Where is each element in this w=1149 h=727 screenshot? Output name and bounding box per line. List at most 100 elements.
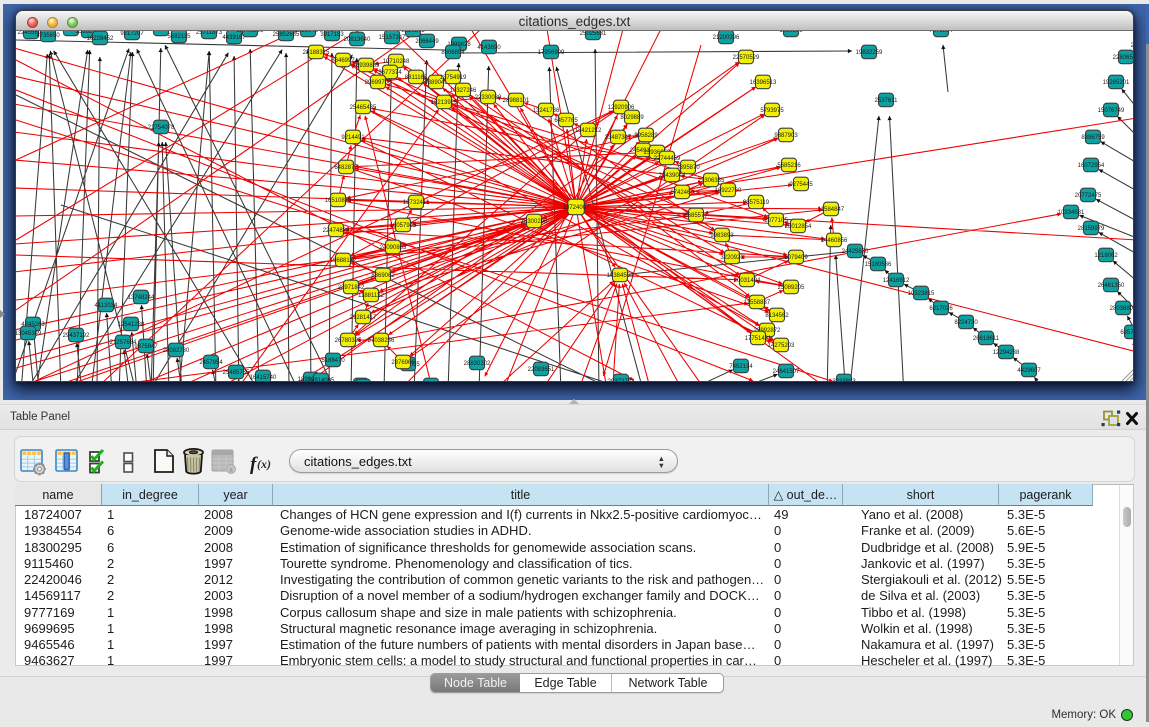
svg-text:24425670: 24425670 — [842, 249, 869, 255]
svg-text:8806804: 8806804 — [441, 50, 465, 56]
svg-text:13732411: 13732411 — [403, 200, 430, 206]
svg-text:24641507: 24641507 — [773, 369, 800, 375]
svg-text:8134562: 8134562 — [765, 313, 789, 319]
svg-text:5793975: 5793975 — [760, 108, 784, 114]
svg-text:26618611: 26618611 — [973, 336, 1000, 342]
svg-text:3220921: 3220921 — [720, 255, 744, 261]
svg-text:25465435: 25465435 — [350, 105, 377, 111]
svg-text:8029889: 8029889 — [620, 115, 644, 121]
svg-text:16510878: 16510878 — [325, 198, 352, 204]
svg-text:8685577: 8685577 — [684, 213, 708, 219]
svg-text:11558837: 11558837 — [744, 300, 771, 306]
svg-text:16396513: 16396513 — [750, 80, 777, 86]
svg-text:8336273: 8336273 — [401, 31, 425, 34]
svg-text:20772475: 20772475 — [1075, 193, 1102, 199]
svg-text:28082730: 28082730 — [163, 348, 190, 354]
svg-text:6742460: 6742460 — [670, 190, 694, 196]
svg-text:9217207: 9217207 — [120, 31, 144, 37]
svg-text:6482877: 6482877 — [334, 165, 358, 171]
svg-text:25089205: 25089205 — [778, 285, 805, 291]
svg-text:20372723: 20372723 — [608, 379, 635, 381]
svg-text:19832259: 19832259 — [856, 50, 883, 56]
svg-text:11584847: 11584847 — [818, 207, 845, 213]
svg-text:2457954: 2457954 — [199, 360, 223, 366]
svg-text:23706266: 23706266 — [237, 31, 264, 34]
svg-text:25485735: 25485735 — [223, 370, 250, 376]
svg-text:4735650: 4735650 — [36, 33, 60, 39]
svg-text:16072954: 16072954 — [1078, 163, 1105, 169]
svg-text:8079409: 8079409 — [784, 255, 808, 261]
svg-text:20813640: 20813640 — [344, 37, 371, 43]
svg-text:21439044: 21439044 — [659, 173, 686, 179]
svg-text:10323815: 10323815 — [908, 291, 935, 297]
svg-text:5682115: 5682115 — [168, 34, 192, 40]
svg-text:2066449: 2066449 — [415, 39, 439, 45]
svg-text:10057945: 10057945 — [390, 223, 417, 229]
svg-text:9275445: 9275445 — [789, 182, 813, 188]
svg-text:29437192: 29437192 — [63, 333, 90, 339]
svg-text:9875847: 9875847 — [134, 344, 158, 350]
svg-text:15076749: 15076749 — [1098, 108, 1125, 114]
svg-text:1890399: 1890399 — [779, 31, 803, 34]
svg-text:21754078: 21754078 — [148, 125, 175, 131]
svg-text:13045349: 13045349 — [16, 331, 42, 337]
svg-text:13421212: 13421212 — [575, 128, 602, 134]
svg-text:15180586: 15180586 — [865, 262, 892, 268]
svg-text:25711873: 25711873 — [196, 31, 223, 36]
svg-text:1218062: 1218062 — [1094, 253, 1118, 259]
svg-text:27038236: 27038236 — [368, 338, 395, 344]
svg-text:7452134: 7452134 — [729, 364, 753, 370]
svg-text:6357277: 6357277 — [1120, 330, 1133, 336]
svg-text:26939869: 26939869 — [353, 63, 380, 69]
svg-text:16213925: 16213925 — [431, 100, 458, 106]
svg-text:x: x — [229, 467, 233, 474]
svg-text:29914085: 29914085 — [308, 378, 335, 381]
svg-text:12294238: 12294238 — [993, 350, 1020, 356]
svg-text:22330030: 22330030 — [475, 95, 502, 101]
svg-text:18724007: 18724007 — [563, 205, 590, 211]
svg-text:25025631: 25025631 — [580, 31, 607, 37]
svg-text:22306335: 22306335 — [698, 178, 725, 184]
svg-text:13754919: 13754919 — [440, 75, 467, 81]
svg-text:26780325: 26780325 — [335, 338, 362, 344]
svg-text:8489709: 8489709 — [149, 31, 173, 33]
svg-text:8396759: 8396759 — [1081, 135, 1105, 141]
svg-text:28830202: 28830202 — [464, 361, 491, 367]
svg-text:18922760: 18922760 — [715, 188, 742, 194]
svg-text:22806503: 22806503 — [1113, 55, 1133, 61]
svg-text:3333883: 3333883 — [832, 379, 856, 381]
svg-text:5685216: 5685216 — [777, 163, 801, 169]
svg-text:4429607: 4429607 — [1017, 368, 1041, 374]
svg-text:9983893: 9983893 — [710, 233, 734, 239]
svg-text:19384554: 19384554 — [607, 273, 634, 279]
svg-text:23188315: 23188315 — [303, 50, 330, 56]
svg-text:10228452: 10228452 — [87, 36, 114, 42]
svg-text:2876966: 2876966 — [391, 360, 415, 366]
svg-text:18300295: 18300295 — [521, 219, 548, 225]
svg-text:13748244: 13748244 — [128, 295, 155, 301]
svg-text:2537611: 2537611 — [875, 98, 899, 104]
svg-text:24090883: 24090883 — [380, 245, 407, 251]
svg-text:24532561: 24532561 — [1131, 43, 1133, 49]
svg-text:21257684: 21257684 — [110, 340, 137, 346]
svg-text:4143890: 4143890 — [477, 45, 501, 51]
svg-text:14460856: 14460856 — [821, 238, 848, 244]
svg-text:14275203: 14275203 — [768, 343, 795, 349]
svg-text:15157347: 15157347 — [379, 35, 406, 41]
svg-text:6217026: 6217026 — [929, 306, 953, 312]
svg-text:6457765: 6457765 — [554, 118, 578, 124]
svg-text:11881122: 11881122 — [358, 293, 384, 299]
svg-text:9958289: 9958289 — [634, 133, 658, 139]
svg-text:29281417: 29281417 — [350, 315, 377, 321]
svg-text:17751421: 17751421 — [745, 336, 772, 342]
svg-text:10327246: 10327246 — [450, 88, 477, 94]
svg-text:7671884: 7671884 — [929, 31, 953, 34]
svg-text:9214491: 9214491 — [341, 135, 365, 141]
svg-text:22570529: 22570529 — [733, 55, 760, 61]
svg-text:8224730: 8224730 — [954, 320, 978, 326]
svg-text:22093651: 22093651 — [528, 367, 555, 373]
svg-text:16415740: 16415740 — [250, 375, 277, 381]
svg-text:(x): (x) — [257, 457, 271, 471]
svg-text:26461350: 26461350 — [1098, 283, 1125, 289]
svg-text:12541238: 12541238 — [118, 322, 145, 328]
